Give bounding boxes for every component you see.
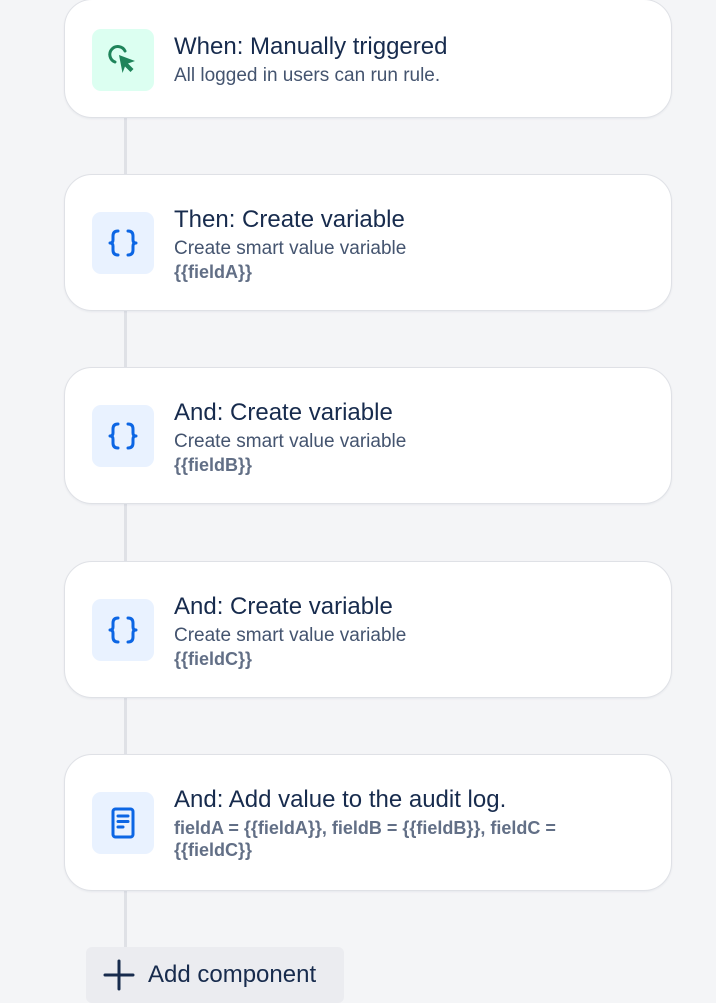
step-title: And: Create variable xyxy=(174,593,393,620)
cursor-click-icon xyxy=(108,45,135,73)
step-detail: {{fieldC}} xyxy=(174,649,253,669)
step-subtitle: Create smart value variable xyxy=(174,238,407,259)
action-card-create-variable-fieldB[interactable]: And: Create variable Create smart value … xyxy=(64,367,672,504)
add-component-label: Add component xyxy=(148,961,317,988)
step-subtitle: All logged in users can run rule. xyxy=(174,65,441,86)
step-detail: {{fieldB}} xyxy=(174,455,253,475)
action-icon-box xyxy=(92,212,154,274)
step-title: And: Create variable xyxy=(174,399,393,426)
add-component-button[interactable]: Add component xyxy=(86,947,344,1003)
trigger-icon-box xyxy=(92,29,154,91)
action-icon-box xyxy=(92,405,154,467)
step-title: And: Add value to the audit log. xyxy=(174,786,507,813)
step-detail: {{fieldA}} xyxy=(174,262,253,282)
curly-braces-icon xyxy=(108,616,138,644)
trigger-card-manually-triggered[interactable]: When: Manually triggered All logged in u… xyxy=(64,0,672,118)
document-icon xyxy=(111,807,135,839)
action-card-create-variable-fieldC[interactable]: And: Create variable Create smart value … xyxy=(64,561,672,698)
curly-braces-icon xyxy=(108,229,138,257)
action-icon-box xyxy=(92,599,154,661)
action-card-create-variable-fieldA[interactable]: Then: Create variable Create smart value… xyxy=(64,174,672,311)
curly-braces-icon xyxy=(108,422,138,450)
step-subtitle: Create smart value variable xyxy=(174,431,407,452)
step-title: Then: Create variable xyxy=(174,206,405,233)
step-title: When: Manually triggered xyxy=(174,33,448,60)
step-subtitle: Create smart value variable xyxy=(174,625,407,646)
step-detail: fieldA = {{fieldA}}, fieldB = {{fieldB}}… xyxy=(174,818,556,860)
action-icon-box xyxy=(92,792,154,854)
plus-icon xyxy=(103,959,135,991)
action-card-audit-log[interactable]: And: Add value to the audit log. fieldA … xyxy=(64,754,672,891)
